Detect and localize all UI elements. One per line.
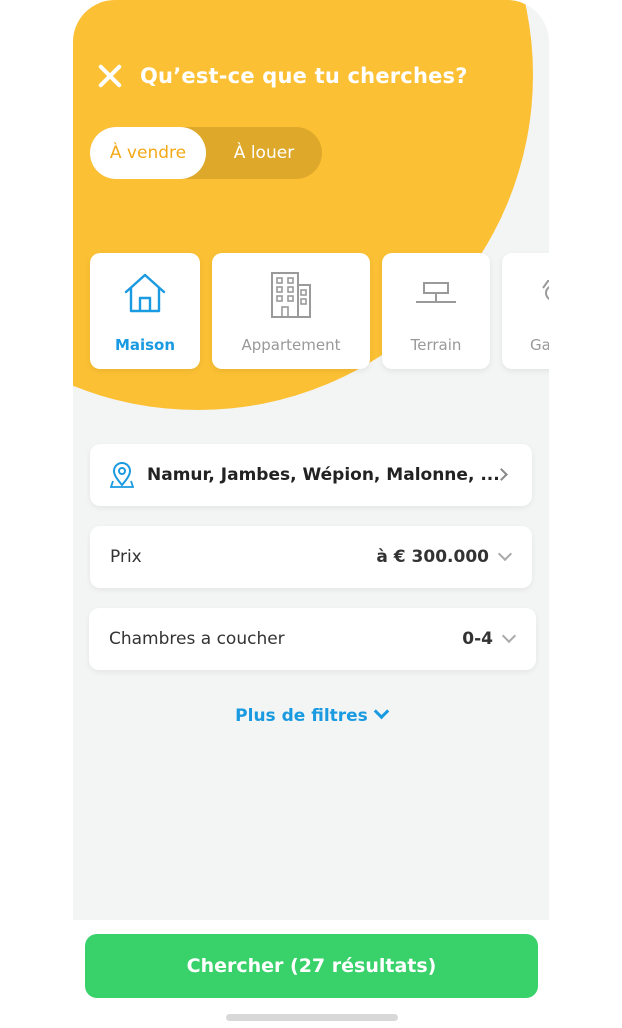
chevron-down-icon [501,628,517,644]
page-title: Qu’est-ce que tu cherches? [140,64,468,88]
price-label: Prix [110,547,142,567]
sale-rent-toggle: À vendre À louer [90,127,322,179]
house-icon [124,273,166,313]
more-filters-link[interactable]: Plus de filtres [73,703,549,726]
tab-for-sale[interactable]: À vendre [90,127,206,179]
close-icon[interactable] [96,62,124,90]
chevron-down-icon [373,703,390,720]
header: Qu’est-ce que tu cherches? [96,62,468,90]
property-type-label: Terrain [410,336,462,354]
location-pin-icon [110,462,134,488]
bedrooms-label: Chambres a coucher [109,629,285,649]
property-type-garage[interactable]: Ga [502,253,549,369]
bedrooms-field[interactable]: Chambres a coucher 0-4 [89,608,536,670]
property-type-apartment[interactable]: Appartement [212,253,370,369]
property-type-label: Maison [114,336,176,354]
garage-icon [542,280,549,300]
property-type-label: Appartement [241,336,341,354]
property-type-land[interactable]: Terrain [382,253,490,369]
app-screen: Qu’est-ce que tu cherches? À vendre À lo… [73,0,549,920]
land-sign-icon [416,282,456,303]
more-filters-label: Plus de filtres [235,706,368,726]
tab-for-rent[interactable]: À louer [206,127,322,179]
location-value: Namur, Jambes, Wépion, Malonne, ... [147,465,500,485]
property-type-house[interactable]: Maison [90,253,200,369]
property-type-label: Ga [530,336,549,354]
price-field[interactable]: Prix à € 300.000 [90,526,532,588]
building-icon [271,272,311,318]
search-button[interactable]: Chercher (27 résultats) [85,934,538,998]
chevron-down-icon [497,546,513,562]
price-value: à € 300.000 [376,547,489,567]
home-indicator [226,1014,398,1021]
location-field[interactable]: Namur, Jambes, Wépion, Malonne, ... [90,444,532,506]
bedrooms-value: 0-4 [462,629,493,649]
